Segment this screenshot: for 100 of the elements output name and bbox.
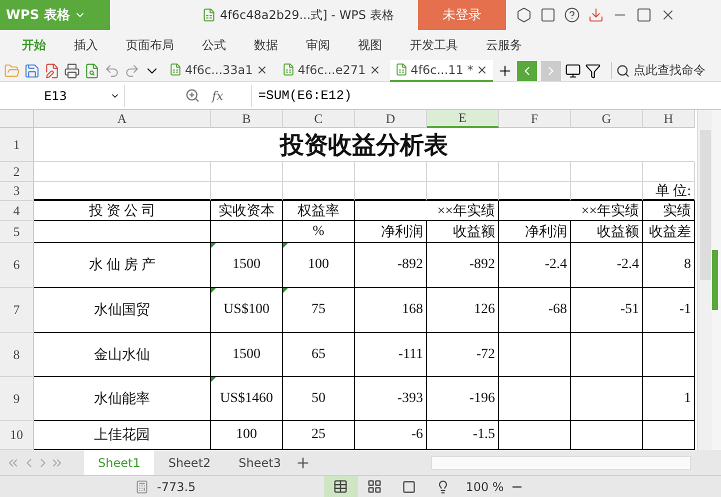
table-cell: 1500	[211, 243, 283, 288]
table-cell	[211, 162, 283, 182]
table-cell	[283, 162, 355, 182]
table-cell: 净利润	[355, 221, 427, 243]
column-header[interactable]: B	[211, 110, 283, 128]
row-header[interactable]: 4	[0, 201, 34, 221]
calculator-icon	[135, 480, 149, 494]
table-cell: 100	[283, 243, 355, 288]
filter-icon[interactable]	[585, 62, 602, 78]
row-header[interactable]: 9	[0, 377, 34, 421]
menu-tab[interactable]: 页面布局	[124, 36, 188, 54]
vertical-scrollbar[interactable]	[697, 110, 712, 450]
table-cell	[571, 377, 643, 421]
sheet-tab[interactable]: Sheet2	[154, 450, 225, 475]
name-box[interactable]: E13	[0, 84, 125, 106]
column-header[interactable]: G	[571, 110, 643, 128]
table-cell: 收益额	[427, 221, 499, 243]
menu-tab[interactable]: 开发工具	[408, 36, 472, 54]
table-cell: 水仙能率	[34, 377, 211, 421]
table-cell: -196	[427, 377, 499, 421]
hexagon-icon[interactable]	[516, 7, 532, 23]
help-icon[interactable]	[564, 7, 580, 23]
table-cell: %	[283, 221, 355, 243]
monitor-icon[interactable]	[565, 62, 582, 78]
column-header[interactable]: C	[283, 110, 355, 128]
table-cell: -2.4	[499, 243, 571, 288]
function-label[interactable]: fx	[212, 88, 224, 102]
document-tab[interactable]: 4f6c...11 *	[390, 60, 494, 82]
close-icon[interactable]	[256, 64, 268, 76]
side-panel-handle[interactable]	[712, 250, 718, 310]
column-header[interactable]: H	[643, 110, 695, 128]
table-cell: -72	[427, 333, 499, 377]
save-icon[interactable]	[24, 62, 40, 78]
window-title: 4f6c48a2b29...式] - WPS 表格	[220, 6, 394, 24]
row-header[interactable]: 10	[0, 421, 34, 450]
table-cell: 水 仙 房 产	[34, 243, 211, 288]
table-cell: 50	[283, 377, 355, 421]
table-cell	[427, 162, 499, 182]
spreadsheet-icon	[394, 63, 408, 76]
row-header[interactable]: 7	[0, 288, 34, 333]
menu-tab[interactable]: 云服务	[484, 36, 536, 54]
table-cell: 126	[427, 288, 499, 333]
row-header[interactable]: 8	[0, 333, 34, 377]
table-cell: 1500	[211, 333, 283, 377]
normal-view-button[interactable]	[324, 476, 358, 497]
add-sheet-icon[interactable]	[294, 454, 311, 470]
search-icon[interactable]	[616, 64, 630, 78]
table-cell: US$1460	[211, 377, 283, 421]
table-cell: 净利润	[499, 221, 571, 243]
menu-tab[interactable]: 公式	[200, 36, 240, 54]
download-icon[interactable]	[588, 7, 604, 23]
table-cell: -1	[643, 288, 695, 333]
table-cell: 实收资本	[211, 201, 283, 221]
document-tab[interactable]: 4f6c...e271	[276, 60, 386, 82]
column-header[interactable]: D	[355, 110, 427, 128]
menu-tab[interactable]: 插入	[72, 36, 112, 54]
table-cell	[355, 162, 427, 182]
command-search-field[interactable]: 点此查找命令	[633, 62, 706, 79]
zoom-icon[interactable]	[185, 88, 200, 103]
table-cell	[427, 182, 499, 201]
undo-icon[interactable]	[104, 62, 120, 78]
close-icon[interactable]	[476, 64, 488, 76]
preview-icon[interactable]	[84, 62, 100, 78]
close-icon[interactable]	[368, 64, 381, 76]
table-cell: US$100	[211, 288, 283, 333]
table-cell	[643, 333, 695, 377]
menu-tab[interactable]: 数据	[252, 36, 292, 54]
table-cell	[211, 182, 283, 201]
row-header[interactable]: 5	[0, 221, 34, 243]
table-cell	[355, 182, 427, 201]
column-header[interactable]: A	[34, 110, 211, 128]
row-header[interactable]: 1	[0, 128, 34, 162]
row-header[interactable]: 2	[0, 162, 34, 182]
table-cell: 8	[643, 243, 695, 288]
table-cell	[571, 182, 643, 201]
table-cell	[499, 377, 571, 421]
column-header[interactable]: E	[427, 110, 499, 128]
menu-tab[interactable]: 视图	[356, 36, 396, 54]
column-header[interactable]: F	[499, 110, 571, 128]
table-cell: 75	[283, 288, 355, 333]
table-cell: 收益额	[571, 221, 643, 243]
row-header[interactable]: 3	[0, 182, 34, 201]
formula-field[interactable]: =SUM(E6:E12)	[251, 84, 721, 106]
spreadsheet-icon	[282, 63, 295, 76]
table-cell: ××年实绩	[499, 201, 643, 221]
zoom-level[interactable]: 100 %	[466, 480, 504, 494]
horizontal-scrollbar[interactable]	[431, 456, 691, 470]
table-cell: 水仙国贸	[34, 288, 211, 333]
table-icon	[333, 479, 348, 494]
export-icon[interactable]	[44, 62, 60, 78]
table-cell	[571, 333, 643, 377]
square-icon	[402, 480, 416, 494]
maximize-icon[interactable]	[636, 7, 652, 23]
row-header[interactable]: 6	[0, 243, 34, 288]
menu-tab[interactable]: 审阅	[304, 36, 344, 54]
table-cell: -892	[427, 243, 499, 288]
sheet-tab[interactable]: Sheet1	[84, 450, 154, 475]
print-icon[interactable]	[64, 62, 80, 78]
document-tab[interactable]: 4f6c...33a1	[164, 60, 273, 82]
sheet-tab[interactable]: Sheet3	[224, 450, 295, 475]
